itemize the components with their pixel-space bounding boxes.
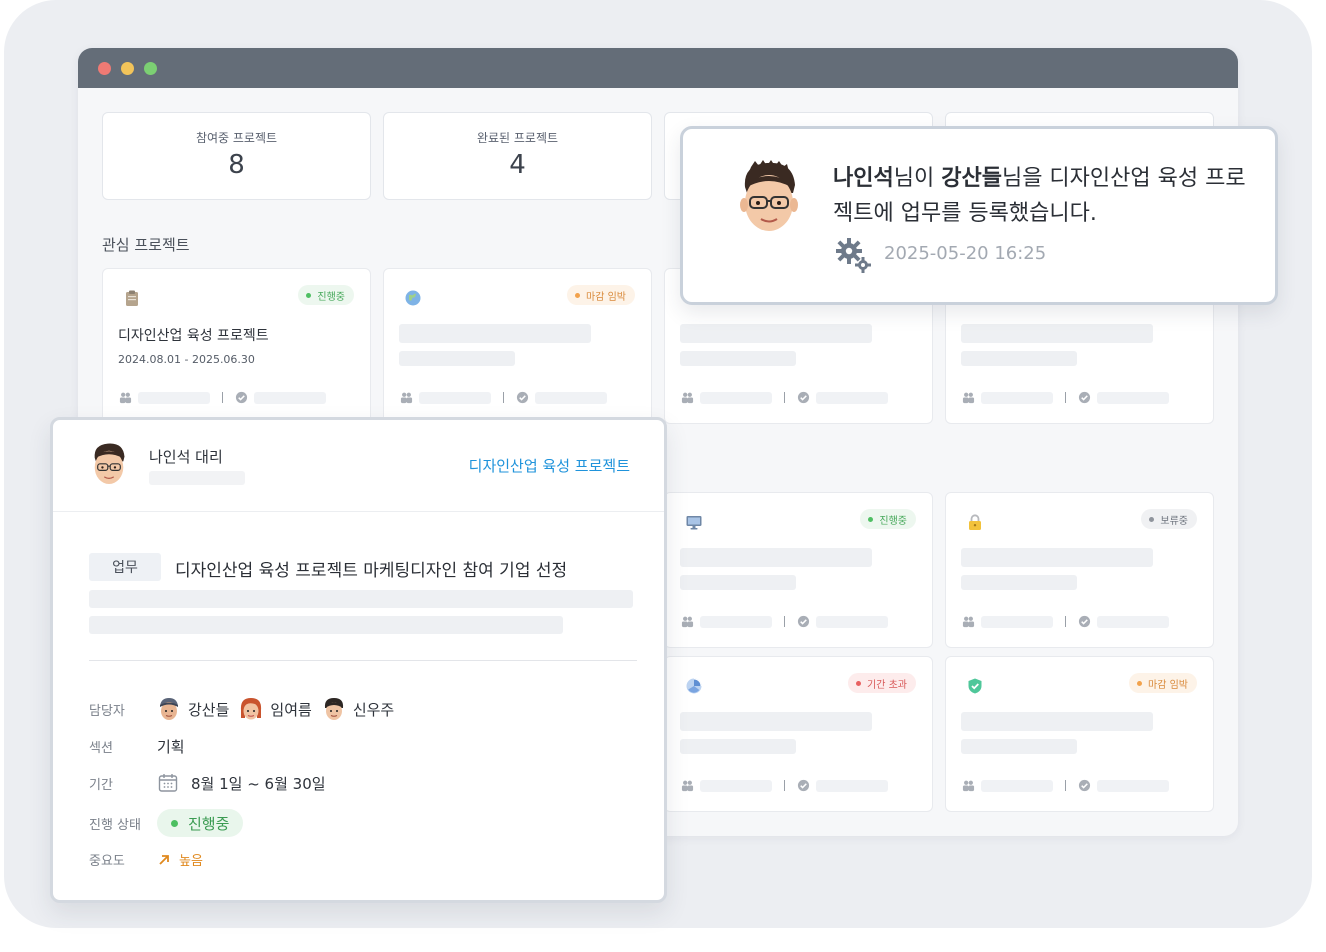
- members-icon: [962, 616, 975, 628]
- assignee-avatar: [160, 698, 178, 720]
- description-placeholder: [89, 590, 633, 608]
- status-badge: 기간 초과: [848, 673, 916, 693]
- assignee[interactable]: 신우주: [322, 696, 394, 722]
- card-footer: [681, 779, 888, 792]
- notification-timestamp: 2025-05-20 16:25: [884, 243, 1047, 264]
- card-footer: [681, 615, 888, 628]
- lock-icon: [969, 514, 981, 530]
- stat-card-participating: 참여중 프로젝트 8: [102, 112, 371, 200]
- assignee-label: 담당자: [89, 703, 125, 719]
- minimize-window-button[interactable]: [121, 61, 134, 75]
- members-icon: [119, 392, 132, 404]
- project-link[interactable]: 디자인산업 육성 프로젝트: [469, 455, 630, 476]
- card-footer: [681, 391, 888, 404]
- period-row: 기간 8월 1일 ~ 6월 30일: [89, 772, 326, 794]
- shield-check-icon: [968, 678, 982, 694]
- section-row: 섹션 기획: [89, 736, 185, 757]
- check-circle-icon: [1078, 779, 1091, 792]
- task-detail-header: 나인석 대리 디자인산업 육성 프로젝트: [53, 420, 664, 512]
- check-circle-icon: [516, 391, 529, 404]
- members-icon: [962, 392, 975, 404]
- author-avatar: [94, 443, 125, 485]
- maximize-window-button[interactable]: [144, 61, 157, 75]
- period-value: 8월 1일 ~ 6월 30일: [191, 774, 326, 793]
- status-pill[interactable]: 진행중: [157, 809, 244, 837]
- status-badge: 진행중: [860, 509, 916, 529]
- pie-chart-icon: [686, 678, 702, 694]
- project-card[interactable]: 진행중: [664, 492, 933, 648]
- project-card[interactable]: 보류중: [945, 492, 1214, 648]
- task-title: 디자인산업 육성 프로젝트 마케팅디자인 참여 기업 선정: [175, 561, 568, 581]
- section-title-interest: 관심 프로젝트: [102, 236, 190, 254]
- priority-row: 중요도 높음: [89, 850, 203, 869]
- description-placeholder: [89, 616, 563, 634]
- section-label: 섹션: [89, 741, 113, 756]
- status-badge: 마감 임박: [1129, 673, 1197, 693]
- check-circle-icon: [797, 615, 810, 628]
- priority-value[interactable]: 높음: [157, 850, 203, 869]
- stat-value: 4: [509, 150, 526, 180]
- arrow-up-right-icon: [159, 854, 169, 865]
- project-dates: 2024.08.01 - 2025.06.30: [118, 353, 255, 366]
- project-card[interactable]: 마감 임박: [383, 268, 652, 424]
- user-avatar: [740, 160, 798, 231]
- project-card[interactable]: 진행중 디자인산업 육성 프로젝트 2024.08.01 - 2025.06.3…: [102, 268, 371, 424]
- section-value: 기획: [157, 738, 185, 756]
- priority-label: 중요도: [89, 854, 125, 869]
- status-badge: 진행중: [298, 285, 354, 305]
- card-footer: [400, 391, 607, 404]
- members-icon: [400, 392, 413, 404]
- check-circle-icon: [1078, 391, 1091, 404]
- members-icon: [962, 780, 975, 792]
- project-card[interactable]: 기간 초과: [664, 656, 933, 812]
- card-footer: [119, 391, 326, 404]
- author-name: 나인석 대리: [149, 448, 223, 466]
- assignee[interactable]: 임여름: [239, 696, 312, 722]
- status-label: 진행 상태: [89, 817, 141, 833]
- divider: [89, 660, 637, 661]
- check-circle-icon: [797, 779, 810, 792]
- stat-label: 완료된 프로젝트: [476, 131, 559, 145]
- notification-popup[interactable]: 나인석님이 강산들님을 디자인산업 육성 프로젝트에 업무를 등록했습니다. 2…: [680, 126, 1278, 305]
- members-icon: [681, 780, 694, 792]
- task-detail-card[interactable]: 나인석 대리 디자인산업 육성 프로젝트 업무 디자인산업 육성 프로젝트 마케…: [50, 417, 667, 903]
- task-type-tag: 업무: [89, 553, 161, 581]
- browser-titlebar: [78, 48, 1238, 88]
- assignee[interactable]: 강산들: [157, 696, 229, 722]
- status-row: 진행 상태 진행중: [89, 809, 244, 837]
- project-card[interactable]: 마감 임박: [945, 656, 1214, 812]
- notification-message: 나인석님이 강산들님을 디자인산업 육성 프로젝트에 업무를 등록했습니다.: [833, 166, 1246, 226]
- check-circle-icon: [797, 391, 810, 404]
- close-window-button[interactable]: [98, 61, 111, 75]
- calendar-icon: [158, 774, 178, 792]
- period-label: 기간: [89, 777, 113, 793]
- assignee-avatar: [324, 698, 343, 720]
- assignee-row: 담당자 강산들 임여름 신우주: [89, 696, 404, 722]
- members-icon: [681, 616, 694, 628]
- project-title: 디자인산업 육성 프로젝트: [118, 328, 269, 344]
- card-footer: [962, 391, 1169, 404]
- globe-icon: [405, 290, 421, 306]
- gear-icon: [836, 238, 871, 273]
- stat-value: 8: [228, 150, 245, 180]
- stat-card-completed: 완료된 프로젝트 4: [383, 112, 652, 200]
- assignee-avatar: [241, 698, 262, 720]
- stat-label: 참여중 프로젝트: [195, 131, 278, 145]
- check-circle-icon: [235, 391, 248, 404]
- author-subtitle-placeholder: [149, 471, 245, 485]
- check-circle-icon: [1078, 615, 1091, 628]
- status-badge: 마감 임박: [567, 285, 635, 305]
- members-icon: [681, 392, 694, 404]
- card-footer: [962, 615, 1169, 628]
- card-footer: [962, 779, 1169, 792]
- status-badge: 보류중: [1141, 509, 1197, 529]
- clipboard-icon: [126, 290, 138, 306]
- monitor-icon: [686, 516, 702, 530]
